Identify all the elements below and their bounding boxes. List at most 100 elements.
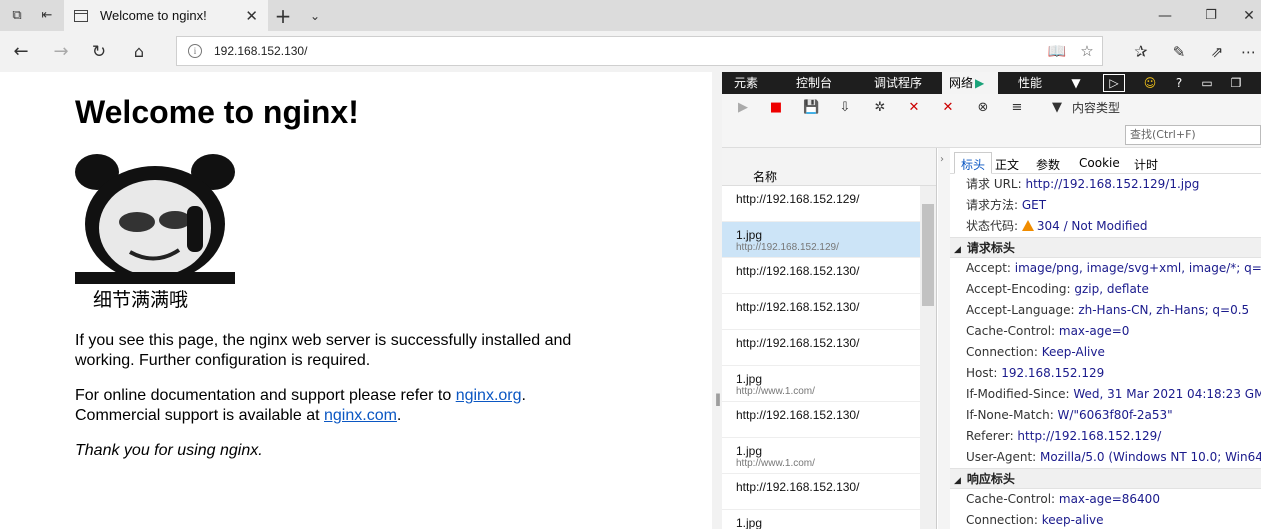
tab-headers[interactable]: 标头 xyxy=(954,152,993,174)
tab-debugger[interactable]: 调试程序 xyxy=(874,72,922,94)
header-value: W/"6063f80f-2a53" xyxy=(1057,408,1173,422)
tab-cookies[interactable]: Cookie xyxy=(1079,156,1120,170)
splitter-grip-icon[interactable]: ‖ xyxy=(715,392,721,406)
header-key: Cache-Control: xyxy=(966,492,1059,506)
header-row: Cache-Control: max-age=0 xyxy=(950,321,1261,342)
tab-elements[interactable]: 元素 xyxy=(734,72,758,94)
tab-console[interactable]: 控制台 xyxy=(796,72,832,94)
section-collapse-icon: ◢ xyxy=(954,245,961,255)
network-play-icon: ▶ xyxy=(975,76,985,90)
header-row: Accept-Encoding: gzip, deflate xyxy=(950,279,1261,300)
detail-collapse-chevron-icon[interactable]: › xyxy=(938,148,950,529)
clear-cookies-icon[interactable]: ⊗ xyxy=(975,100,991,116)
restore-icon[interactable]: ❐ xyxy=(1194,0,1228,31)
request-row[interactable]: 1.jpg http://www.1.com/ xyxy=(722,438,920,474)
reading-view-icon[interactable]: 📖 xyxy=(1042,42,1072,60)
favorites-hub-icon[interactable]: ✰ xyxy=(1122,31,1160,72)
forward-arrow-icon[interactable]: → xyxy=(42,31,80,72)
tab-network[interactable]: 网络 ▶ xyxy=(942,72,998,94)
help-icon[interactable]: ? xyxy=(1168,72,1190,94)
request-row[interactable]: http://192.168.152.129/ xyxy=(722,186,920,222)
console-drawer-icon[interactable]: ▷ xyxy=(1103,74,1125,92)
docs-paragraph: For online documentation and support ple… xyxy=(75,386,595,426)
browser-tab[interactable]: Welcome to nginx! ✕ xyxy=(64,0,268,31)
tab-actions-icon[interactable]: ⧉ xyxy=(0,0,34,31)
content-type-filter[interactable]: 内容类型 xyxy=(1072,100,1120,116)
dock-icon[interactable]: ▭ xyxy=(1196,72,1218,94)
tab-timings[interactable]: 计时 xyxy=(1134,156,1158,173)
request-domain: http://www.1.com/ xyxy=(736,386,815,397)
tab-performance[interactable]: 性能 xyxy=(1018,72,1042,94)
close-tab-icon[interactable]: ✕ xyxy=(245,7,258,25)
import-icon[interactable]: ⇩ xyxy=(837,100,853,116)
request-row[interactable]: http://192.168.152.130/ xyxy=(722,258,920,294)
header-section-title[interactable]: ◢ 响应标头 xyxy=(950,468,1261,489)
request-rows: http://192.168.152.129/1.jpg http://192.1… xyxy=(722,186,936,529)
header-section-title[interactable]: ◢ 请求标头 xyxy=(950,237,1261,258)
header-key: 请求方法: xyxy=(966,198,1022,212)
feedback-smiley-icon[interactable]: ☺ xyxy=(1139,72,1161,94)
header-row: User-Agent: Mozilla/5.0 (Windows NT 10.0… xyxy=(950,447,1261,468)
close-window-icon[interactable]: ✕ xyxy=(1238,0,1260,31)
more-ellipsis-icon[interactable]: ⋯ xyxy=(1236,31,1261,72)
request-row[interactable]: http://192.168.152.130/ xyxy=(722,402,920,438)
home-icon[interactable]: ⌂ xyxy=(120,31,158,72)
set-tabs-aside-icon[interactable]: ⇤ xyxy=(30,0,64,31)
panda-meme-image xyxy=(75,154,235,284)
find-input[interactable]: 查找(Ctrl+F) xyxy=(1125,125,1261,145)
tab-body[interactable]: 正文 xyxy=(995,156,1019,173)
scrollbar-thumb[interactable] xyxy=(922,204,934,306)
filter-funnel-icon[interactable]: ▼ xyxy=(1045,100,1069,116)
clear-on-navigate-icon[interactable]: ✲ xyxy=(872,100,888,116)
refresh-icon[interactable]: ↻ xyxy=(80,31,118,72)
meme-caption: 细节满满哦 xyxy=(93,289,189,311)
request-row[interactable]: 1.jpg xyxy=(722,510,920,529)
name-column-header[interactable]: 名称 xyxy=(753,168,777,185)
clear-entries-icon[interactable]: ≡ xyxy=(1009,100,1025,116)
request-list-header: 名称 xyxy=(722,148,936,186)
devtools-splitter[interactable]: ‖ xyxy=(712,72,722,529)
page-content: Welcome to nginx! 细节满满哦 If you see this … xyxy=(0,72,712,529)
start-profiling-icon[interactable]: ▶ xyxy=(735,100,751,116)
address-bar[interactable]: i 192.168.152.130/ 📖 ☆ xyxy=(176,36,1103,66)
clear-cache-icon[interactable]: ✕ xyxy=(940,100,956,116)
favorite-star-icon[interactable]: ☆ xyxy=(1072,42,1102,60)
request-name: 1.jpg xyxy=(736,372,763,386)
detail-tabs: 标头 正文 参数 Cookie 计时 xyxy=(950,152,1261,174)
new-tab-icon[interactable]: + xyxy=(266,0,300,31)
clear-session-icon[interactable]: ✕ xyxy=(906,100,922,116)
request-row[interactable]: http://192.168.152.130/ xyxy=(722,294,920,330)
request-row[interactable]: 1.jpg http://192.168.152.129/ xyxy=(722,222,920,258)
minimize-icon[interactable]: — xyxy=(1148,0,1182,31)
tab-parameters[interactable]: 参数 xyxy=(1036,156,1060,173)
request-row[interactable]: http://192.168.152.130/ xyxy=(722,474,920,510)
request-name: http://192.168.152.129/ xyxy=(736,192,860,206)
request-list-scrollbar[interactable] xyxy=(920,186,936,529)
site-info-icon[interactable]: i xyxy=(188,44,202,58)
share-icon[interactable]: ⇗ xyxy=(1198,31,1236,72)
web-note-pen-icon[interactable]: ✎ xyxy=(1160,31,1198,72)
page-favicon-icon xyxy=(74,9,88,22)
devtools-panel: 元素 控制台 调试程序 网络 ▶ 性能 ▼ ▷ ☺ ? ▭ ❐ ▶ ■ 💾 ⇩ ✲… xyxy=(722,72,1261,529)
save-icon[interactable]: 💾 xyxy=(803,100,819,116)
network-toolbar: ▶ ■ 💾 ⇩ ✲ ✕ ✕ ⊗ ≡ ▼ 内容类型 xyxy=(722,94,1261,122)
address-url[interactable]: 192.168.152.130/ xyxy=(214,44,1042,58)
nginx-org-link[interactable]: nginx.org xyxy=(456,387,522,404)
commercial-period: . xyxy=(396,407,402,424)
header-row: Referer: http://192.168.152.129/ xyxy=(950,426,1261,447)
back-arrow-icon[interactable]: ← xyxy=(2,31,40,72)
stop-profiling-icon[interactable]: ■ xyxy=(768,100,784,116)
header-row: Connection: keep-alive xyxy=(950,510,1261,531)
more-tabs-chevron-icon[interactable]: ▼ xyxy=(1065,72,1087,94)
undock-icon[interactable]: ❐ xyxy=(1225,72,1247,94)
request-row[interactable]: http://192.168.152.130/ xyxy=(722,330,920,366)
nginx-com-link[interactable]: nginx.com xyxy=(324,407,397,424)
header-value: gzip, deflate xyxy=(1074,282,1149,296)
request-name: http://192.168.152.130/ xyxy=(736,408,860,422)
header-value: Wed, 31 Mar 2021 04:18:23 GMT xyxy=(1073,387,1261,401)
tab-list-chevron-down-icon[interactable]: ⌄ xyxy=(298,0,332,31)
header-row: If-Modified-Since: Wed, 31 Mar 2021 04:1… xyxy=(950,384,1261,405)
request-row[interactable]: 1.jpg http://www.1.com/ xyxy=(722,366,920,402)
request-domain: http://192.168.152.129/ xyxy=(736,242,839,253)
request-list: 名称 http://192.168.152.129/1.jpg http://19… xyxy=(722,148,937,529)
